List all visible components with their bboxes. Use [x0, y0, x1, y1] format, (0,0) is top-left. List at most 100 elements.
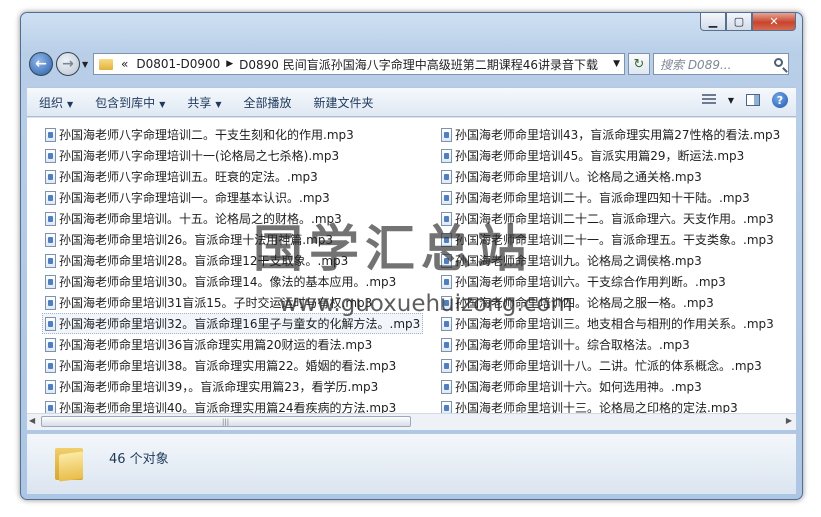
audio-file-icon [45, 148, 56, 163]
share-label: 共享 [187, 95, 212, 110]
list-item[interactable]: 孙国海老师八字命理培训十一(论格局之七杀格).mp3 [45, 145, 423, 166]
list-item[interactable]: 孙国海老师命里培训十六。如何选用神。.mp3 [441, 376, 791, 397]
file-name: 孙国海老师八字命理培训五。旺衰的定法。.mp3 [59, 170, 318, 184]
file-name: 孙国海老师命里培训36盲派命理实用篇20财运的看法.mp3 [59, 338, 373, 352]
command-bar: 组织 ▼ 包含到库中 ▼ 共享 ▼ 全部播放 新建文件夹 ▼ ? [27, 87, 796, 117]
address-dropdown-icon[interactable]: ▼ [613, 59, 620, 69]
audio-file-icon [45, 211, 56, 226]
search-icon[interactable] [774, 58, 783, 67]
audio-file-icon [45, 232, 56, 247]
toolbar-right: ▼ ? [701, 92, 788, 108]
organize-label: 组织 [39, 95, 64, 110]
search-placeholder: 搜索 D089... [660, 57, 732, 72]
audio-file-icon [441, 190, 452, 205]
horizontal-scrollbar[interactable]: ◀ ||| ▶ [27, 413, 796, 430]
forward-button[interactable]: → [56, 52, 80, 76]
recent-pages-dropdown-icon[interactable]: ▼ [82, 60, 88, 69]
watermark-url: www.guoxuehuizong.com [279, 291, 573, 317]
audio-file-icon [45, 379, 56, 394]
grip-icon: ||| [222, 418, 230, 426]
preview-pane-icon[interactable] [746, 94, 760, 106]
minimize-button[interactable]: ▁ [700, 13, 726, 31]
audio-file-icon [45, 169, 56, 184]
breadcrumb-item[interactable]: D0890 民间盲派孙国海八字命理中高级班第二期课程46讲录音下载 [239, 56, 598, 73]
audio-file-icon [441, 358, 452, 373]
breadcrumb-overflow[interactable]: « [121, 57, 128, 71]
list-item[interactable]: 孙国海老师命里培训43，盲派命理实用篇27性格的看法.mp3 [441, 124, 791, 145]
include-in-library-menu[interactable]: 包含到库中 ▼ [95, 94, 165, 111]
audio-file-icon [45, 190, 56, 205]
organize-menu[interactable]: 组织 ▼ [39, 94, 73, 111]
caption-buttons: ▁ ▢ ✕ [700, 13, 796, 31]
audio-file-icon [441, 316, 452, 331]
refresh-icon: ↻ [633, 56, 645, 72]
watermark-title: 国学汇总站 [253, 220, 533, 278]
play-all-button[interactable]: 全部播放 [244, 94, 292, 111]
file-name: 孙国海老师八字命理培训十一(论格局之七杀格).mp3 [59, 149, 340, 163]
file-name: 孙国海老师八字命理培训一。命理基本认识。.mp3 [59, 191, 330, 205]
breadcrumb-item[interactable]: D0801-D0900 [136, 57, 220, 71]
list-item[interactable]: 孙国海老师命里培训十八。二讲。忙派的体系概念。.mp3 [441, 355, 791, 376]
file-name: 孙国海老师命里培训十六。如何选用神。.mp3 [455, 380, 702, 394]
folder-icon [99, 58, 113, 70]
forward-arrow-icon: → [62, 56, 74, 72]
list-item[interactable]: 孙国海老师命里培训十。综合取格法。.mp3 [441, 334, 791, 355]
audio-file-icon [45, 337, 56, 352]
scrollbar-thumb[interactable]: ||| [41, 416, 411, 427]
list-item[interactable]: 孙国海老师命里培训36盲派命理实用篇20财运的看法.mp3 [45, 334, 423, 355]
include-in-library-label: 包含到库中 [95, 95, 156, 110]
file-name: 孙国海老师命里培训39，。盲派命理实用篇23，看学历.mp3 [59, 380, 379, 394]
audio-file-icon [45, 358, 56, 373]
chevron-right-icon[interactable]: ▶ [226, 59, 233, 69]
audio-file-icon [441, 148, 452, 163]
list-item[interactable]: 孙国海老师命里培训38。盲派命理实用篇22。婚姻的看法.mp3 [45, 355, 423, 376]
file-name: 孙国海老师命里培训45。盲派实用篇29，断运法.mp3 [455, 149, 745, 163]
refresh-button[interactable]: ↻ [628, 53, 650, 75]
audio-file-icon [45, 253, 56, 268]
minimize-icon: ▁ [708, 15, 718, 28]
list-item[interactable]: 孙国海老师命里培训二十。盲派命理四知十干陆。.mp3 [441, 187, 791, 208]
list-item[interactable]: 孙国海老师八字命理培训一。命理基本认识。.mp3 [45, 187, 423, 208]
view-dropdown-icon[interactable]: ▼ [728, 96, 734, 105]
audio-file-icon [441, 379, 452, 394]
back-button[interactable]: ← [29, 52, 53, 76]
list-item[interactable]: 孙国海老师命里培训八。论格局之通关格.mp3 [441, 166, 791, 187]
back-arrow-icon: ← [35, 56, 47, 72]
close-button[interactable]: ✕ [752, 13, 796, 31]
share-menu[interactable]: 共享 ▼ [187, 94, 221, 111]
file-name: 孙国海老师命里培训43，盲派命理实用篇27性格的看法.mp3 [455, 128, 781, 142]
audio-file-icon [45, 316, 56, 331]
details-pane: 46 个对象 [27, 433, 796, 494]
file-name: 孙国海老师命里培训十。综合取格法。.mp3 [455, 338, 690, 352]
file-name: 孙国海老师八字命理培训二。干支生刻和化的作用.mp3 [59, 128, 354, 142]
list-item[interactable]: 孙国海老师命里培训39，。盲派命理实用篇23，看学历.mp3 [45, 376, 423, 397]
close-icon: ✕ [769, 15, 779, 28]
audio-file-icon [45, 127, 56, 142]
list-item[interactable]: 孙国海老师命里培训45。盲派实用篇29，断运法.mp3 [441, 145, 791, 166]
address-row: ← → ▼ « D0801-D0900 ▶ D0890 民间盲派孙国海八字命理中… [27, 51, 796, 79]
file-name: 孙国海老师命里培训八。论格局之通关格.mp3 [455, 170, 702, 184]
explorer-window: ▁ ▢ ✕ ← → ▼ « D0801-D0900 ▶ D0890 民间盲派孙国… [20, 12, 803, 500]
scroll-right-icon[interactable]: ▶ [786, 416, 792, 425]
help-icon[interactable]: ? [772, 92, 788, 108]
audio-file-icon [441, 127, 452, 142]
change-view-icon[interactable] [701, 94, 716, 106]
chevron-down-icon: ▼ [215, 99, 222, 109]
file-name: 孙国海老师命里培训32。盲派命理16里子与童女的化解方法。.mp3 [59, 317, 421, 331]
list-item[interactable]: 孙国海老师八字命理培训二。干支生刻和化的作用.mp3 [45, 124, 423, 145]
folder-icon [55, 444, 83, 482]
scroll-left-icon[interactable]: ◀ [29, 416, 35, 425]
new-folder-button[interactable]: 新建文件夹 [314, 94, 374, 111]
chevron-down-icon: ▼ [159, 99, 166, 109]
maximize-button[interactable]: ▢ [726, 13, 752, 31]
list-item[interactable]: 孙国海老师八字命理培训五。旺衰的定法。.mp3 [45, 166, 423, 187]
address-bar[interactable]: « D0801-D0900 ▶ D0890 民间盲派孙国海八字命理中高级班第二期… [93, 53, 625, 75]
audio-file-icon [441, 169, 452, 184]
audio-file-icon [441, 337, 452, 352]
item-count: 46 个对象 [109, 452, 169, 467]
audio-file-icon [45, 295, 56, 310]
audio-file-icon [45, 274, 56, 289]
search-input[interactable]: 搜索 D089... [653, 53, 789, 75]
file-name: 孙国海老师命里培训十八。二讲。忙派的体系概念。.mp3 [455, 359, 762, 373]
file-name: 孙国海老师命里培训三。地支相合与相刑的作用关系。.mp3 [455, 317, 774, 331]
